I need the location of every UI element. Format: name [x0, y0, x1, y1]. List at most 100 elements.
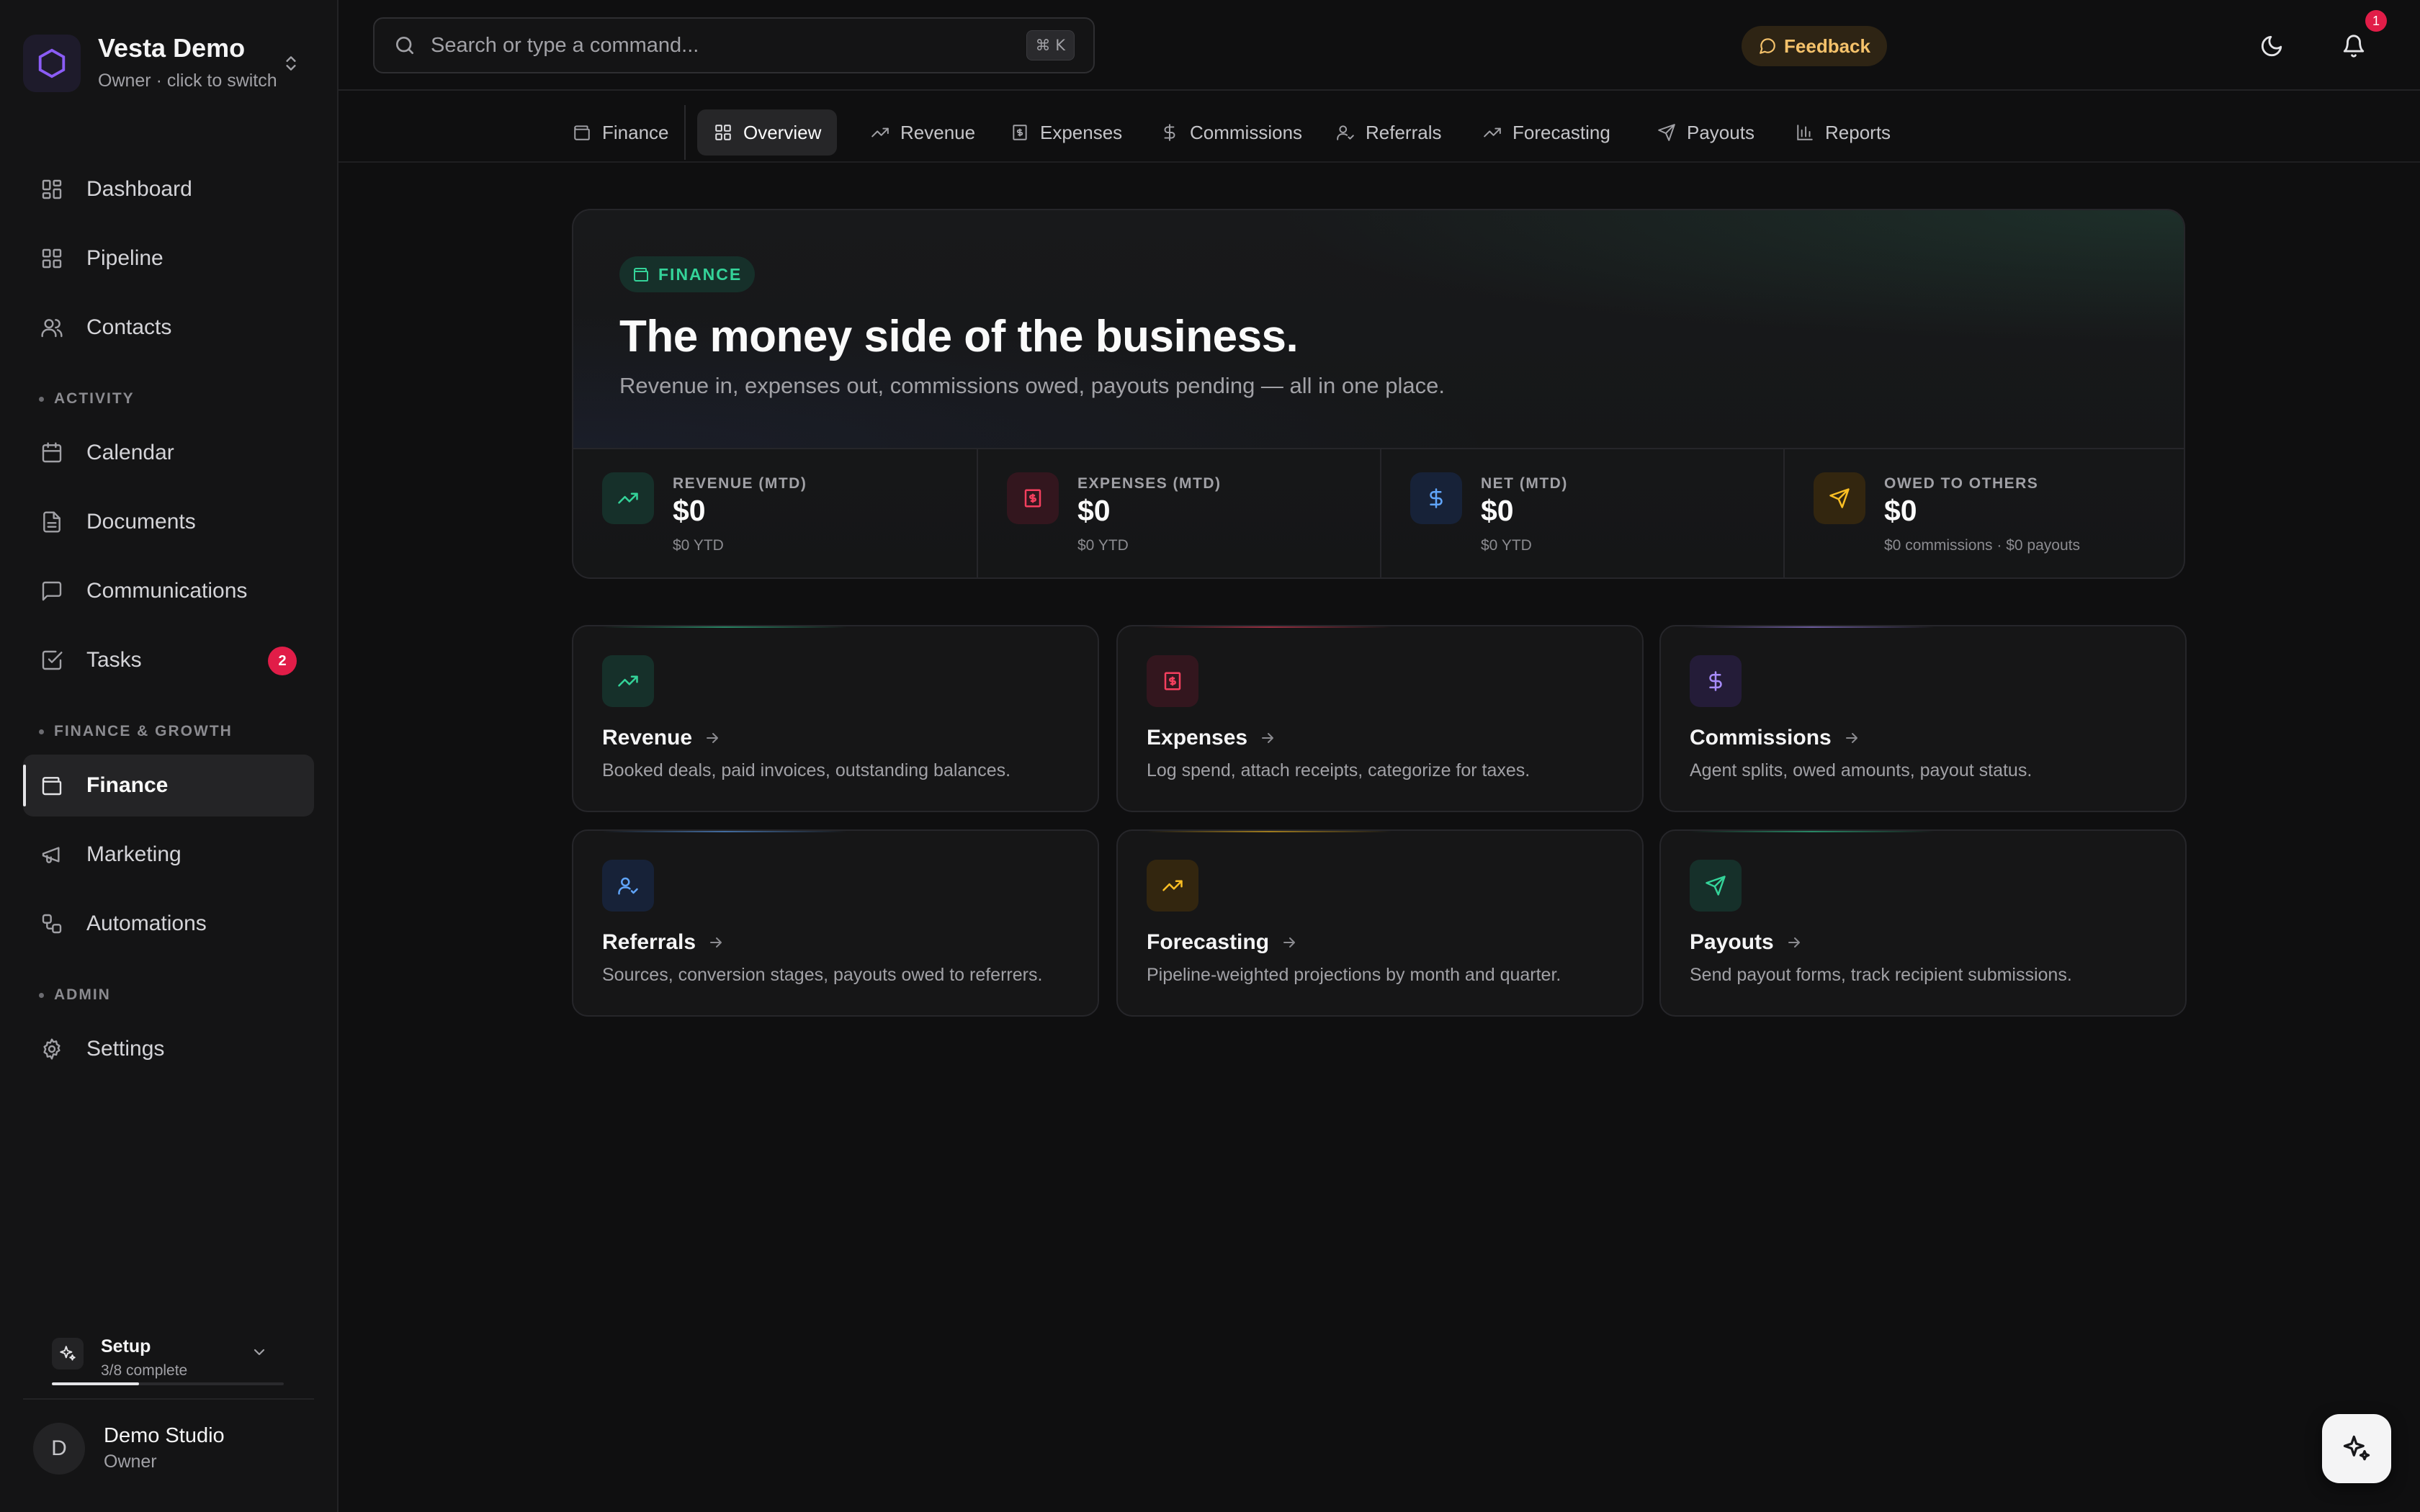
trending-up-icon	[1482, 122, 1502, 143]
search-input[interactable]: Search or type a command... ⌘ K	[373, 17, 1095, 73]
sidebar-item-label: Dashboard	[86, 177, 192, 201]
card-title: Forecasting	[1147, 930, 1298, 955]
card-payouts[interactable]: Payouts Send payout forms, track recipie…	[1659, 829, 2187, 1017]
sidebar-item-settings[interactable]: Settings	[23, 1018, 314, 1080]
theme-toggle-moon-icon[interactable]	[2254, 29, 2289, 63]
sidebar-item-calendar[interactable]: Calendar	[23, 422, 314, 484]
page-title: The money side of the business.	[619, 312, 1299, 361]
setup-progress-text: 3/8 complete	[101, 1362, 188, 1379]
pill-label: FINANCE	[658, 264, 743, 284]
dollar-icon	[1690, 655, 1742, 707]
receipt-icon	[1010, 122, 1030, 143]
tab-label: Reports	[1825, 121, 1891, 143]
tab-label: Commissions	[1190, 121, 1303, 143]
send-icon	[1690, 860, 1742, 912]
stat-label: OWED TO OTHERS	[1884, 475, 2039, 492]
sidebar-item-label: Marketing	[86, 842, 182, 866]
tab-overview[interactable]: Overview	[697, 109, 838, 156]
sidebar-item-label: Contacts	[86, 315, 172, 339]
tab-label: Revenue	[900, 121, 976, 143]
sidebar-item-label: Settings	[86, 1037, 165, 1061]
tab-referrals[interactable]: Referrals	[1319, 109, 1457, 156]
setup-progress[interactable]: Setup 3/8 complete	[42, 1325, 294, 1390]
tab-label: Referrals	[1366, 121, 1442, 143]
card-description: Booked deals, paid invoices, outstanding…	[602, 760, 1011, 780]
card-title: Expenses	[1147, 726, 1276, 750]
card-title: Referrals	[602, 930, 725, 955]
calendar-icon	[39, 440, 65, 466]
top-bar: Search or type a command... ⌘ K	[339, 0, 2420, 91]
arrow-right-icon	[1281, 934, 1298, 951]
user-check-icon	[602, 860, 654, 912]
notification-badge: 1	[2365, 10, 2387, 32]
sidebar-item-communications[interactable]: Communications	[23, 560, 314, 622]
sparkles-icon	[2341, 1433, 2372, 1464]
page-subtitle: Revenue in, expenses out, commissions ow…	[619, 373, 1445, 398]
section-pill: FINANCE	[619, 256, 756, 292]
tab-forecasting[interactable]: Forecasting	[1466, 109, 1626, 156]
sidebar-item-contacts[interactable]: Contacts	[23, 297, 314, 359]
sidebar-item-label: Documents	[86, 510, 196, 534]
card-description: Sources, conversion stages, payouts owed…	[602, 965, 1043, 985]
sidebar-item-tasks[interactable]: Tasks 2	[23, 629, 314, 691]
dollar-icon	[1410, 472, 1462, 524]
feedback-label: Feedback	[1784, 35, 1870, 57]
trending-up-icon	[602, 655, 654, 707]
sidebar-item-finance[interactable]: Finance	[23, 755, 314, 816]
sidebar-item-marketing[interactable]: Marketing	[23, 824, 314, 886]
sidebar-item-pipeline[interactable]: Pipeline	[23, 228, 314, 289]
arrow-right-icon	[704, 729, 721, 747]
sidebar-item-automations[interactable]: Automations	[23, 893, 314, 955]
workflow-icon	[39, 911, 65, 937]
users-icon	[39, 315, 65, 341]
arrow-right-icon	[1843, 729, 1860, 747]
tab-label: Forecasting	[1512, 121, 1610, 143]
arrow-right-icon	[1785, 934, 1803, 951]
stat-revenue: REVENUE (MTD) $0 $0 YTD	[573, 449, 977, 577]
trending-up-icon	[1147, 860, 1198, 912]
feedback-button[interactable]: Feedback	[1742, 26, 1887, 66]
tab-label: Finance	[602, 121, 669, 143]
checkbox-icon	[39, 647, 65, 673]
tab-revenue[interactable]: Revenue	[854, 109, 991, 156]
chevrons-up-down-icon[interactable]	[278, 50, 304, 76]
card-expenses[interactable]: Expenses Log spend, attach receipts, cat…	[1116, 625, 1644, 812]
stat-owed-to-others: OWED TO OTHERS $0 $0 commissions · $0 pa…	[1783, 449, 2184, 577]
user-menu[interactable]: D Demo Studio Owner	[33, 1420, 307, 1477]
avatar: D	[33, 1423, 85, 1475]
tab-reports[interactable]: Reports	[1779, 109, 1906, 156]
sidebar-item-dashboard[interactable]: Dashboard	[23, 158, 314, 220]
tab-finance[interactable]: Finance	[556, 109, 685, 156]
grid-icon	[39, 176, 65, 202]
stat-label: EXPENSES (MTD)	[1077, 475, 1222, 492]
ai-assistant-button[interactable]	[2322, 1414, 2391, 1483]
card-forecasting[interactable]: Forecasting Pipeline-weighted projection…	[1116, 829, 1644, 1017]
card-accent	[602, 626, 847, 628]
workspace-logo	[23, 35, 81, 92]
sparkles-icon	[52, 1338, 84, 1369]
tab-commissions[interactable]: Commissions	[1144, 109, 1318, 156]
card-description: Pipeline-weighted projections by month a…	[1147, 965, 1561, 985]
sidebar-item-documents[interactable]: Documents	[23, 491, 314, 553]
card-commissions[interactable]: Commissions Agent splits, owed amounts, …	[1659, 625, 2187, 812]
tab-expenses[interactable]: Expenses	[994, 109, 1138, 156]
tab-payouts[interactable]: Payouts	[1641, 109, 1770, 156]
bar-chart-icon	[1795, 122, 1815, 143]
arrow-right-icon	[707, 934, 725, 951]
card-revenue[interactable]: Revenue Booked deals, paid invoices, out…	[572, 625, 1099, 812]
shortcut-hint: ⌘ K	[1026, 30, 1075, 60]
chevron-down-icon[interactable]	[251, 1344, 268, 1361]
grid-icon	[713, 122, 733, 143]
section-label-finance-growth: FINANCE & GROWTH	[39, 723, 233, 740]
workspace-switcher[interactable]: Vesta Demo Owner · click to switch	[23, 32, 311, 94]
tab-divider	[684, 105, 686, 160]
dollar-icon	[1160, 122, 1180, 143]
megaphone-icon	[39, 842, 65, 868]
sidebar-item-label: Automations	[86, 912, 207, 935]
stat-expenses: EXPENSES (MTD) $0 $0 YTD	[977, 449, 1380, 577]
stat-label: NET (MTD)	[1481, 475, 1568, 492]
card-referrals[interactable]: Referrals Sources, conversion stages, pa…	[572, 829, 1099, 1017]
card-accent	[1690, 831, 1935, 832]
workspace-name: Vesta Demo	[98, 33, 246, 63]
bell-icon[interactable]	[2336, 29, 2371, 63]
